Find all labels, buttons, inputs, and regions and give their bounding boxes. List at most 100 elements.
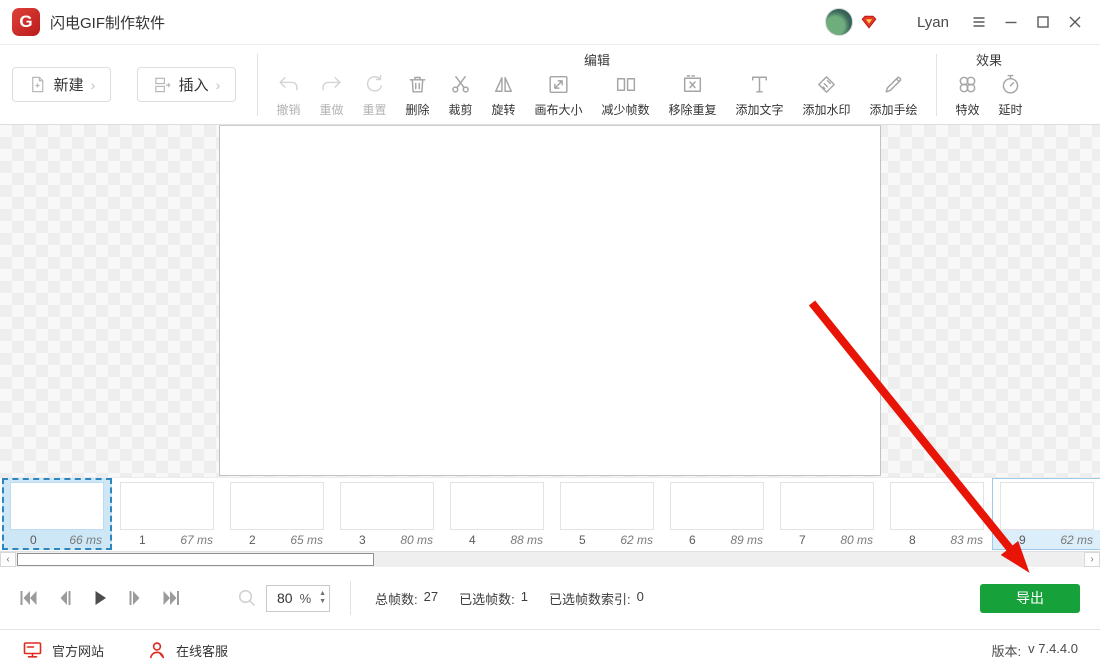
frame-delay: 65 ms [290, 533, 323, 547]
effects-group: 效果 特效 延时 [946, 45, 1032, 124]
tool-rotate[interactable]: 旋转 [482, 72, 525, 118]
frame-delay: 83 ms [950, 533, 983, 547]
tool-reduce-frames[interactable]: 减少帧数 [592, 72, 659, 118]
export-button[interactable]: 导出 [980, 584, 1080, 613]
frame-thumbnail-6[interactable]: 6 89 ms [662, 478, 772, 550]
next-frame-button[interactable] [126, 588, 146, 608]
effects-group-label: 效果 [946, 45, 1032, 66]
insert-icon [153, 75, 172, 94]
skip-end-icon [162, 588, 182, 608]
frame-delay: 62 ms [620, 533, 653, 547]
frame-image [670, 482, 764, 530]
new-button[interactable]: 新建 › [12, 67, 111, 102]
first-frame-button[interactable] [18, 588, 38, 608]
tool-delete[interactable]: 删除 [396, 72, 439, 118]
selected-index-label: 已选帧数索引: [549, 589, 631, 608]
frame-index: 8 [909, 533, 916, 547]
scissors-icon [448, 72, 473, 97]
insert-button-label: 插入 [179, 74, 209, 95]
frame-thumbnail-7[interactable]: 780 ms [772, 478, 882, 550]
step-back-icon [54, 588, 74, 608]
frame-index: 1 [139, 533, 146, 547]
controlbar-divider [350, 581, 351, 615]
frame-image [780, 482, 874, 530]
zoom-level-input[interactable]: 80 % ▲ ▼ [266, 585, 330, 612]
edit-group: 编辑 撤销 重做 重置 删除 裁剪 [267, 45, 927, 124]
last-frame-button[interactable] [162, 588, 182, 608]
frame-delay: 89 ms [730, 533, 763, 547]
tool-redo[interactable]: 重做 [310, 72, 353, 118]
edit-group-label: 编辑 [267, 45, 927, 66]
frame-thumbnail-8[interactable]: 8 83 ms [882, 478, 992, 550]
spin-down-icon[interactable]: ▼ [319, 598, 326, 606]
tool-delay[interactable]: 延时 [989, 72, 1032, 118]
frame-thumbnail-3[interactable]: 380 ms [332, 478, 442, 550]
toolbar: 新建 › 插入 › 编辑 撤销 重做 重置 删除 [0, 45, 1100, 125]
official-website-link[interactable]: 官方网站 [22, 640, 104, 660]
pencil-icon [881, 72, 906, 97]
version-value: v 7.4.4.0 [1028, 641, 1078, 660]
vip-badge-icon[interactable] [860, 14, 878, 30]
toolbar-divider [257, 54, 258, 116]
tool-special-effects[interactable]: 特效 [946, 72, 989, 118]
playback-bar: 80 % ▲ ▼ 总帧数:27 已选帧数:1 已选帧数索引:0 导出 [0, 567, 1100, 629]
frame-delay: 88 ms [510, 533, 543, 547]
redo-icon [319, 72, 344, 97]
tool-add-drawing[interactable]: 添加手绘 [860, 72, 927, 118]
app-logo-icon: G [12, 8, 40, 36]
close-icon[interactable] [1060, 7, 1090, 37]
frame-stats: 总帧数:27 已选帧数:1 已选帧数索引:0 [375, 589, 644, 608]
minimize-icon[interactable] [996, 7, 1026, 37]
frame-thumbnail-5[interactable]: 5 62 ms [552, 478, 662, 550]
total-frames-label: 总帧数: [375, 589, 418, 608]
frame-image [230, 482, 324, 530]
tool-remove-duplicates[interactable]: 移除重复 [659, 72, 726, 118]
tool-canvas-size[interactable]: 画布大小 [525, 72, 592, 118]
new-button-label: 新建 [54, 74, 84, 95]
scroll-right-icon[interactable]: › [1084, 552, 1100, 567]
selected-frames-label: 已选帧数: [459, 589, 515, 608]
status-bar: 官方网站 在线客服 版本: v 7.4.4.0 [0, 629, 1100, 670]
tool-crop[interactable]: 裁剪 [439, 72, 482, 118]
frame-thumbnail-2[interactable]: 2 65 ms [222, 478, 332, 550]
timeline-scrollbar[interactable]: ‹ › [0, 551, 1100, 567]
online-support-link[interactable]: 在线客服 [147, 640, 228, 660]
zoom-value: 80 [277, 590, 293, 606]
tool-add-watermark[interactable]: 添加水印 [793, 72, 860, 118]
frame-thumbnail-4[interactable]: 4 88 ms [442, 478, 552, 550]
frame-index: 4 [469, 533, 476, 547]
frame-image [450, 482, 544, 530]
add-watermark-icon [814, 72, 839, 97]
spin-up-icon[interactable]: ▲ [319, 590, 326, 598]
add-text-icon [747, 72, 772, 97]
remove-duplicates-icon [680, 72, 705, 97]
support-person-icon [147, 640, 167, 660]
delay-clock-icon [998, 72, 1023, 97]
flip-rotate-icon [491, 72, 516, 97]
gif-canvas[interactable] [219, 125, 881, 476]
tool-add-text[interactable]: 添加文字 [726, 72, 793, 118]
insert-button[interactable]: 插入 › [137, 67, 236, 102]
tool-undo[interactable]: 撤销 [267, 72, 310, 118]
maximize-icon[interactable] [1028, 7, 1058, 37]
scrollbar-thumb[interactable] [17, 553, 374, 566]
special-effects-icon [955, 72, 980, 97]
frame-index: 2 [249, 533, 256, 547]
frame-thumbnail-9[interactable]: 962 ms [992, 478, 1100, 550]
frame-thumbnail-0[interactable]: 066 ms [2, 478, 112, 550]
frame-thumbnail-1[interactable]: 167 ms [112, 478, 222, 550]
username[interactable]: Lyan [904, 14, 962, 31]
previous-frame-button[interactable] [54, 588, 74, 608]
tool-reset[interactable]: 重置 [353, 72, 396, 118]
frame-index: 5 [579, 533, 586, 547]
frame-delay: 80 ms [840, 533, 873, 547]
selected-frames-value: 1 [521, 589, 528, 608]
scroll-left-icon[interactable]: ‹ [0, 552, 16, 567]
menu-icon[interactable] [964, 7, 994, 37]
frame-index: 6 [689, 533, 696, 547]
canvas-size-icon [546, 72, 571, 97]
play-button[interactable] [90, 588, 110, 608]
user-avatar[interactable] [825, 8, 853, 36]
new-file-icon [28, 75, 47, 94]
selected-index-value: 0 [637, 589, 644, 608]
